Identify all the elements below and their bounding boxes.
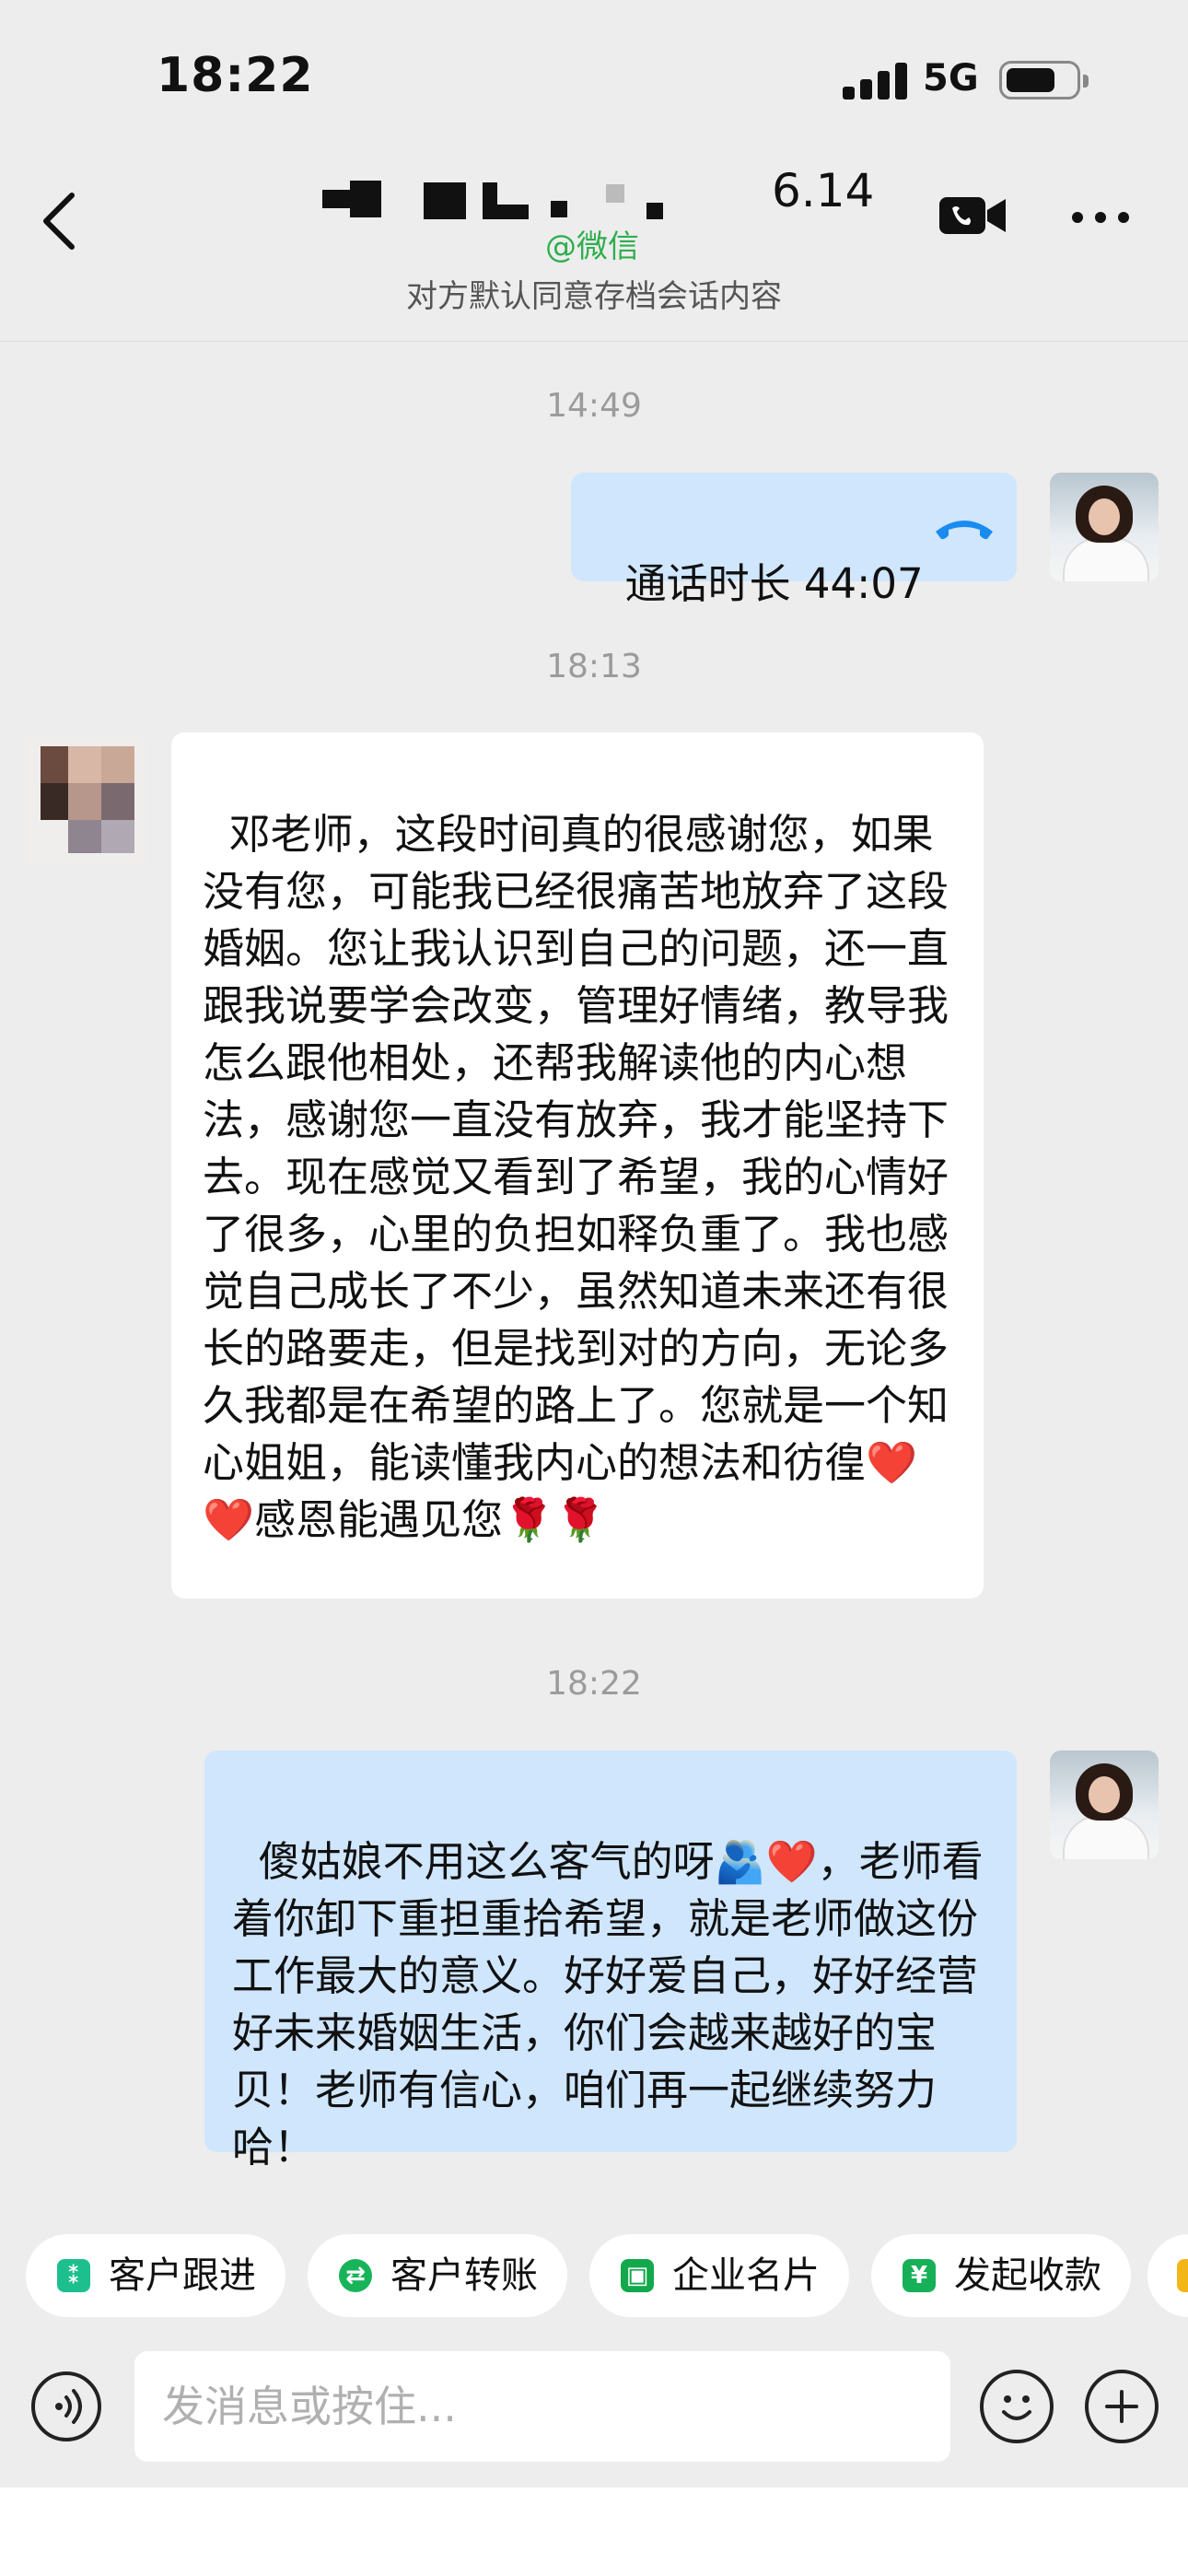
teacher-avatar[interactable] [1050, 473, 1159, 581]
home-indicator-area [0, 2488, 1188, 2576]
quick-actions-bar: ⁑ 客户跟进 ⇄ 客户转账 ▣ 企业名片 ¥ 发起收款 [0, 2230, 1188, 2322]
call-duration-text: 通话时长 44:07 [624, 559, 924, 608]
phone-hangup-icon [936, 521, 993, 540]
business-card-icon: ▣ [621, 2259, 654, 2292]
transfer-icon: ⇄ [339, 2259, 372, 2292]
plus-icon[interactable] [1085, 2370, 1159, 2443]
message-timestamp: 18:22 [546, 1665, 642, 1703]
chip-label: 客户转账 [390, 2254, 538, 2297]
contact-name-suffix: 6.14 [772, 164, 875, 217]
message-input-bar [0, 2340, 1188, 2488]
business-card-button[interactable]: ▣ 企业名片 [589, 2234, 849, 2317]
quick-action-icon [1177, 2259, 1188, 2292]
customer-followup-icon: ⁑ [57, 2259, 90, 2292]
network-type: 5G [923, 57, 979, 100]
customer-followup-button[interactable]: ⁑ 客户跟进 [26, 2234, 285, 2317]
chip-label: 客户跟进 [109, 2254, 256, 2297]
status-time: 18:22 [157, 48, 314, 103]
chat-header: 6.14 @微信 对方默认同意存档会话内容 [0, 157, 1188, 342]
chip-label: 发起收款 [954, 2254, 1101, 2297]
message-timestamp: 14:49 [546, 387, 642, 425]
message-timestamp: 18:13 [546, 648, 642, 685]
payment-request-button[interactable]: ¥ 发起收款 [871, 2234, 1131, 2317]
emoji-icon[interactable] [980, 2370, 1054, 2443]
more-options-icon[interactable] [1068, 203, 1133, 230]
incoming-message-bubble[interactable]: 邓老师，这段时间真的很感谢您，如果没有您，可能我已经很痛苦地放弃了这段婚姻。您让… [171, 732, 984, 1598]
archive-notice: 对方默认同意存档会话内容 [406, 278, 782, 315]
status-bar: 18:22 5G [0, 0, 1188, 157]
voice-input-icon[interactable] [31, 2371, 101, 2441]
call-record-bubble[interactable]: 通话时长 44:07 [571, 473, 1017, 608]
payment-icon: ¥ [903, 2259, 936, 2292]
incoming-message-text: 邓老师，这段时间真的很感谢您，如果没有您，可能我已经很痛苦地放弃了这段婚姻。您让… [203, 810, 949, 1544]
signal-icon [843, 61, 909, 100]
more-quick-action-button[interactable] [1147, 2234, 1188, 2317]
battery-icon [999, 61, 1089, 100]
customer-transfer-button[interactable]: ⇄ 客户转账 [308, 2234, 567, 2317]
message-input[interactable] [134, 2351, 950, 2462]
chip-label: 企业名片 [672, 2254, 820, 2297]
outgoing-message-bubble[interactable]: 傻姑娘不用这么客气的呀🫂❤️，老师看着你卸下重担重拾希望，就是老师做这份工作最大… [204, 1751, 1017, 2172]
back-arrow-icon[interactable] [33, 184, 88, 258]
teacher-avatar[interactable] [1050, 1751, 1159, 1859]
wechat-tag: @微信 [545, 228, 639, 265]
contact-avatar[interactable] [26, 737, 146, 866]
video-call-icon[interactable] [938, 190, 1007, 241]
outgoing-message-text: 傻姑娘不用这么客气的呀🫂❤️，老师看着你卸下重担重拾希望，就是老师做这份工作最大… [232, 1837, 984, 2172]
